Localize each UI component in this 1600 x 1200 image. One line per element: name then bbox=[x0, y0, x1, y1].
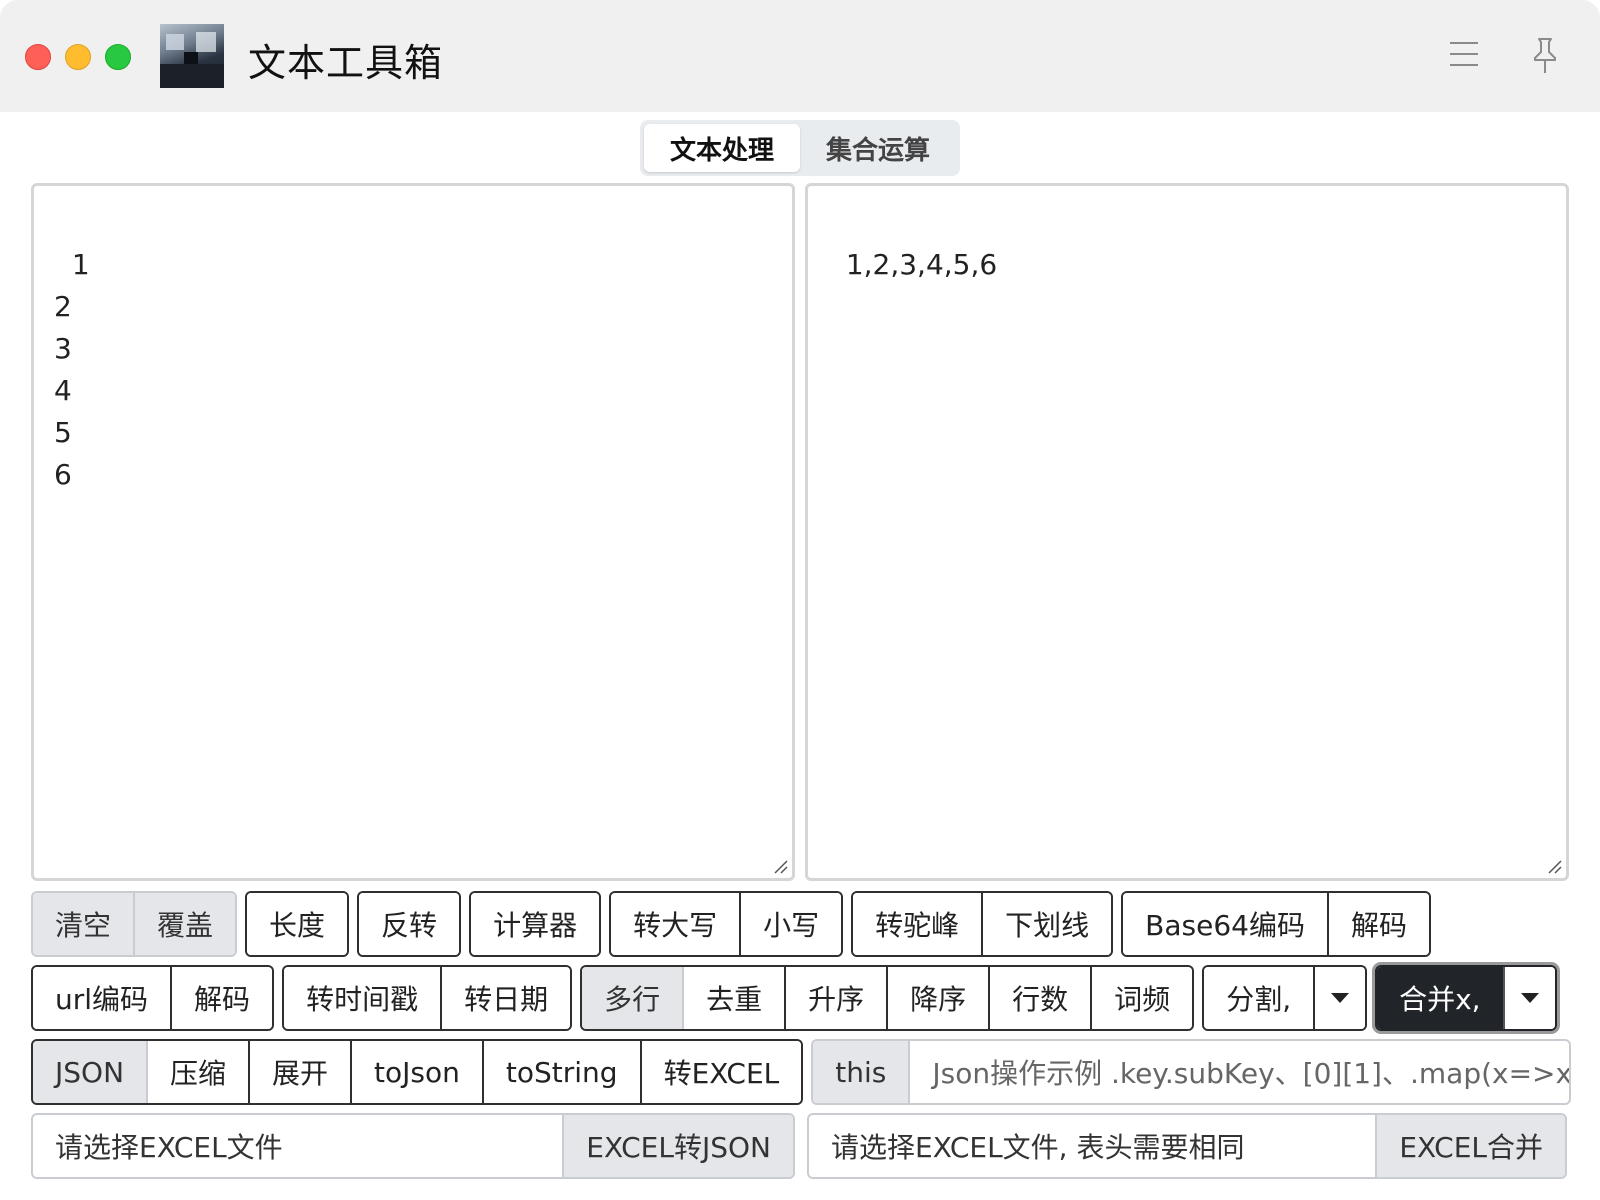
to-excel-button[interactable]: 转EXCEL bbox=[641, 1041, 802, 1103]
toolbar-row-2: url编码 解码 转时间戳 转日期 多行 去重 升序 降序 行数 词频 分割, … bbox=[31, 965, 1557, 1031]
tab-text-processing[interactable]: 文本处理 bbox=[644, 124, 800, 172]
output-text: 1,2,3,4,5,6 bbox=[845, 248, 998, 281]
excel-merge-button[interactable]: EXCEL合并 bbox=[1375, 1115, 1565, 1177]
to-camel-button[interactable]: 转驼峰 bbox=[853, 893, 984, 955]
json-compress-button[interactable]: 压缩 bbox=[148, 1041, 251, 1103]
json-expand-button[interactable]: 展开 bbox=[250, 1041, 353, 1103]
json-group: JSON 压缩 展开 toJson toString 转EXCEL bbox=[31, 1039, 804, 1105]
naming-group: 转驼峰 下划线 bbox=[851, 891, 1114, 957]
json-query-input[interactable]: Json操作示例 .key.subKey、[0][1]、.map(x=>x.va… bbox=[910, 1041, 1569, 1103]
json-query-group: this Json操作示例 .key.subKey、[0][1]、.map(x=… bbox=[811, 1039, 1572, 1105]
json-label: JSON bbox=[33, 1041, 149, 1103]
this-addon: this bbox=[813, 1041, 911, 1103]
to-timestamp-button[interactable]: 转时间戳 bbox=[284, 967, 443, 1029]
mode-tabs: 文本处理 集合运算 bbox=[640, 120, 960, 176]
excel-merge-group: 请选择EXCEL文件, 表头需要相同 EXCEL合并 bbox=[807, 1113, 1567, 1179]
overwrite-button[interactable]: 覆盖 bbox=[135, 893, 236, 955]
tab-set-operations[interactable]: 集合运算 bbox=[800, 124, 956, 172]
sort-desc-button[interactable]: 降序 bbox=[888, 967, 991, 1029]
input-textarea[interactable]: 1 2 3 4 5 6 bbox=[31, 183, 795, 881]
minimize-window-button[interactable] bbox=[65, 44, 91, 70]
to-date-button[interactable]: 转日期 bbox=[442, 967, 571, 1029]
base64-group: Base64编码 解码 bbox=[1121, 891, 1431, 957]
close-window-button[interactable] bbox=[25, 44, 51, 70]
merge-group: 合并x, bbox=[1375, 965, 1557, 1031]
maximize-window-button[interactable] bbox=[105, 44, 131, 70]
excel-merge-file-input[interactable]: 请选择EXCEL文件, 表头需要相同 bbox=[809, 1115, 1375, 1177]
to-lower-button[interactable]: 小写 bbox=[741, 893, 842, 955]
app-icon bbox=[160, 24, 224, 88]
caret-down-icon bbox=[1520, 993, 1539, 1003]
toolbar-row-4: 请选择EXCEL文件 EXCEL转JSON 请选择EXCEL文件, 表头需要相同… bbox=[31, 1113, 1567, 1179]
caret-down-icon bbox=[1331, 993, 1350, 1003]
length-button[interactable]: 长度 bbox=[247, 893, 348, 955]
input-text: 1 2 3 4 5 6 bbox=[54, 248, 90, 491]
multiline-group: 多行 去重 升序 降序 行数 词频 bbox=[580, 965, 1195, 1031]
toolbar-row-3: JSON 压缩 展开 toJson toString 转EXCEL this J… bbox=[31, 1039, 1572, 1105]
reverse-button[interactable]: 反转 bbox=[359, 893, 460, 955]
url-decode-button[interactable]: 解码 bbox=[172, 967, 273, 1029]
length-group: 长度 bbox=[245, 891, 350, 957]
pin-icon[interactable] bbox=[1530, 36, 1560, 76]
clear-button[interactable]: 清空 bbox=[33, 893, 136, 955]
excel-to-json-group: 请选择EXCEL文件 EXCEL转JSON bbox=[31, 1113, 795, 1179]
url-encode-button[interactable]: url编码 bbox=[33, 967, 173, 1029]
multiline-label: 多行 bbox=[582, 967, 685, 1029]
base64-decode-button[interactable]: 解码 bbox=[1328, 893, 1429, 955]
excel-file-input[interactable]: 请选择EXCEL文件 bbox=[33, 1115, 562, 1177]
split-button[interactable]: 分割, bbox=[1204, 967, 1316, 1029]
to-underscore-button[interactable]: 下划线 bbox=[983, 893, 1112, 955]
merge-button[interactable]: 合并x, bbox=[1377, 967, 1505, 1029]
to-upper-button[interactable]: 转大写 bbox=[611, 893, 742, 955]
calculator-group: 计算器 bbox=[469, 891, 602, 957]
output-textarea[interactable]: 1,2,3,4,5,6 bbox=[805, 183, 1569, 881]
base64-encode-button[interactable]: Base64编码 bbox=[1123, 893, 1329, 955]
split-group: 分割, bbox=[1202, 965, 1368, 1031]
merge-dropdown-toggle[interactable] bbox=[1504, 967, 1555, 1029]
app-title: 文本工具箱 bbox=[248, 41, 444, 85]
reverse-group: 反转 bbox=[357, 891, 462, 957]
clear-overwrite-group: 清空 覆盖 bbox=[31, 891, 238, 957]
sort-asc-button[interactable]: 升序 bbox=[786, 967, 889, 1029]
excel-to-json-button[interactable]: EXCEL转JSON bbox=[562, 1115, 793, 1177]
dedupe-button[interactable]: 去重 bbox=[684, 967, 787, 1029]
line-count-button[interactable]: 行数 bbox=[990, 967, 1093, 1029]
toolbar-row-1: 清空 覆盖 长度 反转 计算器 转大写 小写 转驼峰 下划线 Base64编码 … bbox=[31, 891, 1431, 957]
url-group: url编码 解码 bbox=[31, 965, 275, 1031]
time-group: 转时间戳 转日期 bbox=[282, 965, 573, 1031]
title-bar: 文本工具箱 bbox=[0, 0, 1600, 112]
hamburger-menu-icon[interactable] bbox=[1450, 42, 1478, 68]
split-dropdown-toggle[interactable] bbox=[1315, 967, 1366, 1029]
to-string-button[interactable]: toString bbox=[483, 1041, 642, 1103]
calculator-button[interactable]: 计算器 bbox=[471, 893, 600, 955]
to-json-button[interactable]: toJson bbox=[352, 1041, 484, 1103]
resize-grip-icon[interactable] bbox=[772, 858, 788, 874]
case-group: 转大写 小写 bbox=[609, 891, 844, 957]
word-freq-button[interactable]: 词频 bbox=[1092, 967, 1193, 1029]
resize-grip-icon[interactable] bbox=[1546, 858, 1562, 874]
